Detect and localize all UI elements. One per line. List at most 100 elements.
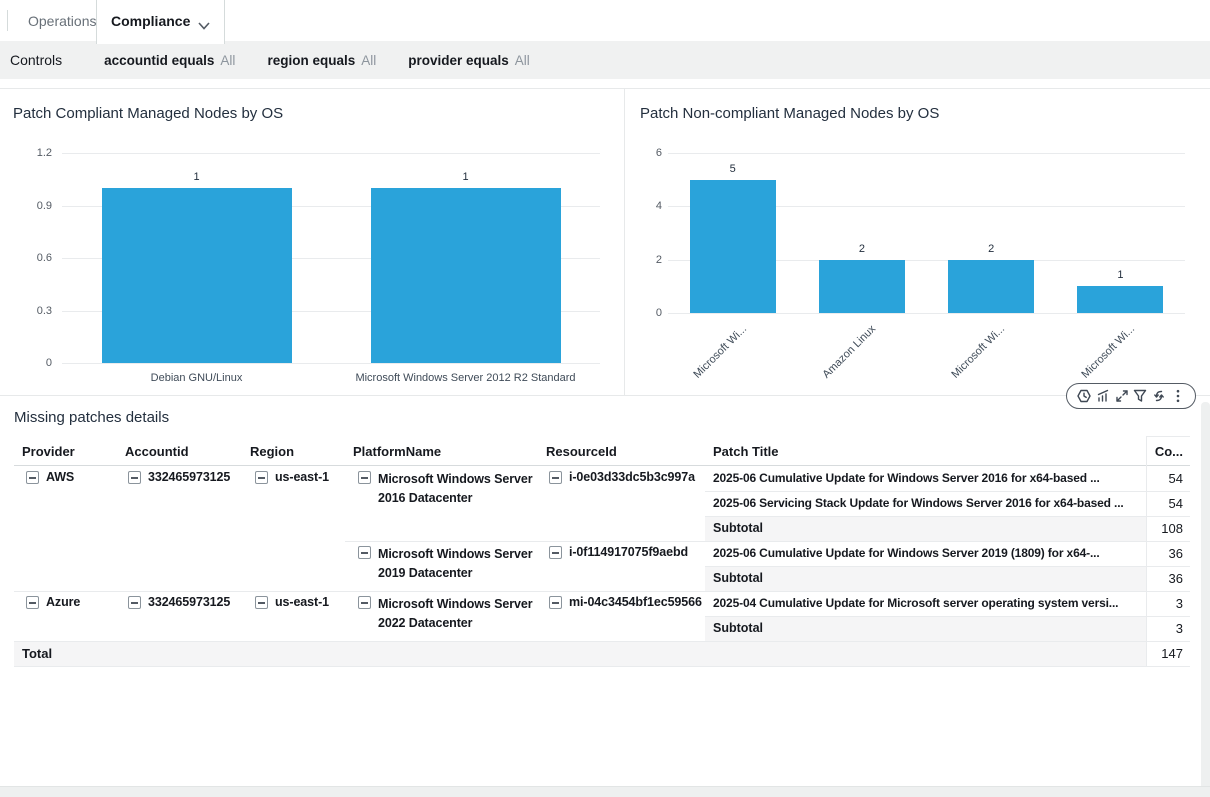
visual-toolbar bbox=[1066, 383, 1196, 409]
filter-icon[interactable] bbox=[1133, 389, 1147, 403]
cell-region: us-east-1 bbox=[255, 470, 329, 484]
cell-provider: AWS bbox=[26, 470, 74, 484]
collapse-icon[interactable] bbox=[128, 471, 141, 484]
schedule-icon[interactable] bbox=[1077, 389, 1091, 403]
filter-accountid-value: All bbox=[220, 53, 235, 68]
maximize-icon[interactable] bbox=[1115, 389, 1129, 403]
filter-provider[interactable]: provider equals All bbox=[408, 53, 530, 68]
chevron-down-icon[interactable] bbox=[198, 17, 210, 25]
cell-provider: Azure bbox=[26, 595, 80, 609]
horizontal-scrollbar[interactable] bbox=[0, 786, 1210, 797]
table-divider bbox=[345, 541, 1190, 542]
tab-compliance[interactable]: Compliance bbox=[96, 0, 225, 44]
menu-options-icon[interactable] bbox=[1171, 389, 1185, 403]
bar[interactable] bbox=[1077, 286, 1163, 313]
bar[interactable] bbox=[690, 180, 776, 313]
collapse-icon[interactable] bbox=[358, 596, 371, 609]
bar[interactable] bbox=[371, 188, 561, 363]
cell-patch-title: 2025-04 Cumulative Update for Microsoft … bbox=[713, 596, 1143, 610]
cell-platform: Microsoft Windows Server 2019 Datacenter bbox=[358, 545, 536, 583]
table-divider bbox=[705, 516, 1190, 517]
bar-value-label: 2 bbox=[971, 243, 1011, 255]
y-tick-label: 0.6 bbox=[22, 252, 52, 264]
collapse-icon[interactable] bbox=[549, 471, 562, 484]
col-header-count[interactable]: Co... bbox=[1148, 444, 1183, 459]
cell-count: 54 bbox=[1148, 496, 1183, 511]
controls-label: Controls bbox=[10, 52, 62, 68]
y-tick-label: 0.3 bbox=[22, 305, 52, 317]
table-divider bbox=[705, 491, 1190, 492]
noncompliant-nodes-chart-panel: Patch Non-compliant Managed Nodes by OS … bbox=[625, 88, 1210, 396]
y-tick-label: 6 bbox=[632, 147, 662, 159]
chart-title: Patch Compliant Managed Nodes by OS bbox=[13, 105, 283, 122]
bar[interactable] bbox=[948, 260, 1034, 313]
table-divider bbox=[705, 566, 1190, 567]
cell-patch-title: 2025-06 Cumulative Update for Windows Se… bbox=[713, 546, 1143, 560]
y-tick-label: 4 bbox=[632, 200, 662, 212]
cell-patch-title: 2025-06 Servicing Stack Update for Windo… bbox=[713, 496, 1143, 510]
collapse-icon[interactable] bbox=[26, 596, 39, 609]
filter-accountid[interactable]: accountid equals All bbox=[104, 53, 235, 68]
collapse-icon[interactable] bbox=[128, 596, 141, 609]
collapse-icon[interactable] bbox=[26, 471, 39, 484]
subtotal-band bbox=[705, 566, 1146, 591]
subtotal-label: Subtotal bbox=[713, 521, 763, 535]
collapse-icon[interactable] bbox=[255, 596, 268, 609]
x-axis-label: Debian GNU/Linux bbox=[62, 372, 331, 384]
table-divider bbox=[14, 465, 1190, 466]
bar-value-label: 2 bbox=[842, 243, 882, 255]
col-header-platform[interactable]: PlatformName bbox=[353, 444, 441, 459]
cell-resource: i-0f114917075f9aebd bbox=[549, 545, 688, 559]
col-header-patch[interactable]: Patch Title bbox=[713, 444, 779, 459]
table-divider bbox=[14, 641, 1190, 642]
col-header-provider[interactable]: Provider bbox=[22, 444, 75, 459]
col-header-accountid[interactable]: Accountid bbox=[125, 444, 189, 459]
collapse-icon[interactable] bbox=[358, 471, 371, 484]
col-header-resource[interactable]: ResourceId bbox=[546, 444, 617, 459]
cell-count: 3 bbox=[1148, 596, 1183, 611]
filter-region-name: region equals bbox=[267, 53, 355, 68]
filter-region[interactable]: region equals All bbox=[267, 53, 376, 68]
table-divider bbox=[1146, 436, 1190, 437]
tab-operations-label: Operations bbox=[28, 13, 96, 29]
tab-operations[interactable]: Operations bbox=[18, 0, 106, 41]
gridline bbox=[668, 153, 1185, 154]
y-tick-label: 1.2 bbox=[22, 147, 52, 159]
y-tick-label: 0 bbox=[632, 307, 662, 319]
collapse-icon[interactable] bbox=[358, 546, 371, 559]
bar[interactable] bbox=[102, 188, 292, 363]
tab-compliance-label: Compliance bbox=[111, 13, 190, 29]
cell-platform: Microsoft Windows Server 2022 Datacenter bbox=[358, 595, 536, 633]
table-title: Missing patches details bbox=[14, 409, 169, 426]
sheet-tab-bar: Operations Compliance + bbox=[0, 0, 1210, 41]
col-header-region[interactable]: Region bbox=[250, 444, 294, 459]
compliant-nodes-chart-panel: Patch Compliant Managed Nodes by OS 0 0.3… bbox=[0, 88, 625, 396]
bar-value-label: 5 bbox=[713, 163, 753, 175]
collapse-icon[interactable] bbox=[255, 471, 268, 484]
collapse-icon[interactable] bbox=[549, 596, 562, 609]
vertical-scrollbar[interactable] bbox=[1201, 402, 1210, 790]
gridline bbox=[62, 153, 600, 154]
y-tick-label: 0 bbox=[22, 357, 52, 369]
gridline bbox=[668, 313, 1185, 314]
bar-value-label: 1 bbox=[446, 171, 486, 183]
cell-accountid: 332465973125 bbox=[128, 595, 230, 609]
x-axis-label: Microsoft Windows Server 2012 R2 Standar… bbox=[331, 372, 600, 384]
subtotal-count: 108 bbox=[1148, 521, 1183, 536]
bar[interactable] bbox=[819, 260, 905, 313]
collapse-icon[interactable] bbox=[549, 546, 562, 559]
filter-accountid-name: accountid equals bbox=[104, 53, 214, 68]
y-tick-label: 2 bbox=[632, 254, 662, 266]
controls-bar: Controls accountid equals All region equ… bbox=[0, 41, 1210, 79]
y-tick-label: 0.9 bbox=[22, 200, 52, 212]
filter-provider-name: provider equals bbox=[408, 53, 509, 68]
cell-count: 54 bbox=[1148, 471, 1183, 486]
table-divider bbox=[1146, 436, 1147, 666]
refresh-icon[interactable] bbox=[1152, 389, 1166, 403]
cell-region: us-east-1 bbox=[255, 595, 329, 609]
missing-patches-panel: Missing patches details Provider Account… bbox=[0, 396, 1210, 676]
monitor-chart-icon[interactable] bbox=[1096, 389, 1110, 403]
filter-provider-value: All bbox=[515, 53, 530, 68]
cell-resource: mi-04c3454bf1ec59566 bbox=[549, 595, 702, 609]
subtotal-band bbox=[705, 616, 1146, 641]
